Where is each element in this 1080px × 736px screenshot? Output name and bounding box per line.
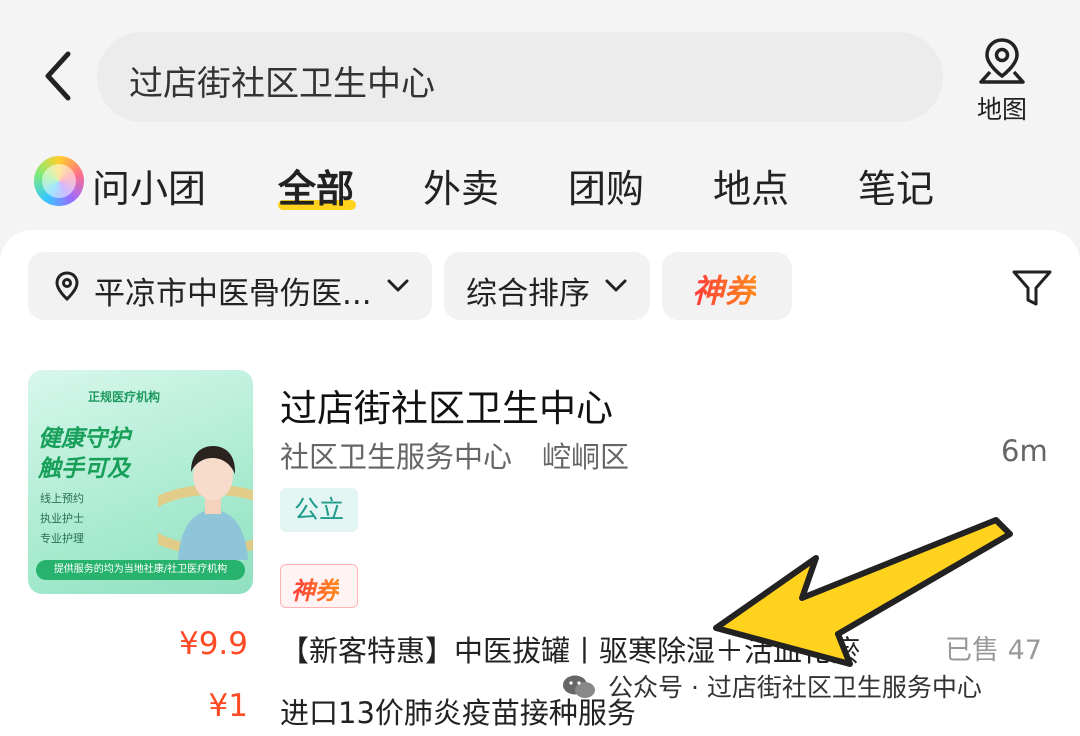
deal-price: ¥1: [208, 688, 248, 724]
thumbnail-title-line1: 健康守护: [38, 426, 130, 452]
deal-price: ¥9.9: [178, 626, 248, 662]
sort-filter-label: 综合排序: [466, 276, 590, 312]
map-button[interactable]: 地图: [966, 36, 1038, 126]
thumbnail-tag: 正规医疗机构: [88, 390, 161, 404]
location-filter-label: 平凉市中医骨伤医...: [94, 276, 372, 312]
filter-funnel-icon[interactable]: [1010, 266, 1054, 310]
thumbnail-bullet: 线上预约: [40, 492, 84, 505]
thumbnail-bullet: 专业护理: [40, 532, 84, 545]
store-name[interactable]: 过店街社区卫生中心: [280, 378, 613, 432]
back-arrow-icon[interactable]: [38, 48, 82, 104]
thumbnail-title: 健康守护 触手可及: [38, 424, 148, 484]
ai-assistant-logo-icon[interactable]: [34, 156, 84, 206]
store-thumbnail[interactable]: 正规医疗机构 健康守护 触手可及 线上预约 执业护士 专业护理 提供服务的均为当…: [28, 370, 253, 594]
watermark-text: 公众号 · 过店街社区卫生服务中心: [608, 673, 982, 702]
map-label: 地图: [976, 95, 1027, 124]
tab-ai-assistant[interactable]: 问小团: [92, 158, 206, 213]
tab-all[interactable]: 全部: [278, 158, 354, 213]
sort-filter[interactable]: 综合排序: [444, 252, 650, 320]
thumbnail-footer: 提供服务的均为当地社康/社卫医疗机构: [36, 560, 245, 580]
coupon-filter[interactable]: 神券: [662, 252, 792, 320]
coupon-filter-label: 神券: [692, 266, 756, 312]
coupon-badge: 神券: [280, 564, 358, 608]
store-category-district: 社区卫生服务中心 崆峒区: [280, 434, 629, 476]
search-input[interactable]: 过店街社区卫生中心: [97, 32, 943, 122]
search-query[interactable]: 过店街社区卫生中心: [129, 56, 435, 105]
nurse-illustration: [158, 446, 253, 560]
map-pin-icon: [979, 38, 1025, 84]
thumbnail-bullet: 执业护士: [40, 512, 84, 525]
store-category: 社区卫生服务中心: [280, 440, 513, 474]
location-filter[interactable]: 平凉市中医骨伤医...: [28, 252, 432, 320]
category-tabs: 问小团 全部 外卖 团购 地点 笔记: [0, 150, 1080, 220]
location-pin-icon: [55, 271, 79, 302]
public-tag: 公立: [280, 488, 358, 532]
tab-places[interactable]: 地点: [713, 158, 789, 213]
chevron-down-icon: [387, 279, 409, 292]
results-panel: 平凉市中医骨伤医... 综合排序 神券 正规医疗机构 健康守护 触手可及 线上预…: [0, 230, 1080, 736]
thumbnail-title-line2: 触手可及: [38, 456, 130, 482]
chevron-down-icon: [605, 279, 627, 292]
store-distance: 6m: [1001, 434, 1048, 468]
coupon-badge-label: 神券: [291, 571, 339, 606]
tab-notes[interactable]: 笔记: [858, 158, 934, 213]
wechat-icon: [563, 675, 595, 698]
search-header: 过店街社区卫生中心 地图: [0, 0, 1080, 140]
yellow-pointer-arrow-icon: [713, 517, 1013, 667]
tab-group-buy[interactable]: 团购: [568, 158, 644, 213]
store-district: 崆峒区: [542, 440, 630, 474]
tab-delivery[interactable]: 外卖: [423, 158, 499, 213]
